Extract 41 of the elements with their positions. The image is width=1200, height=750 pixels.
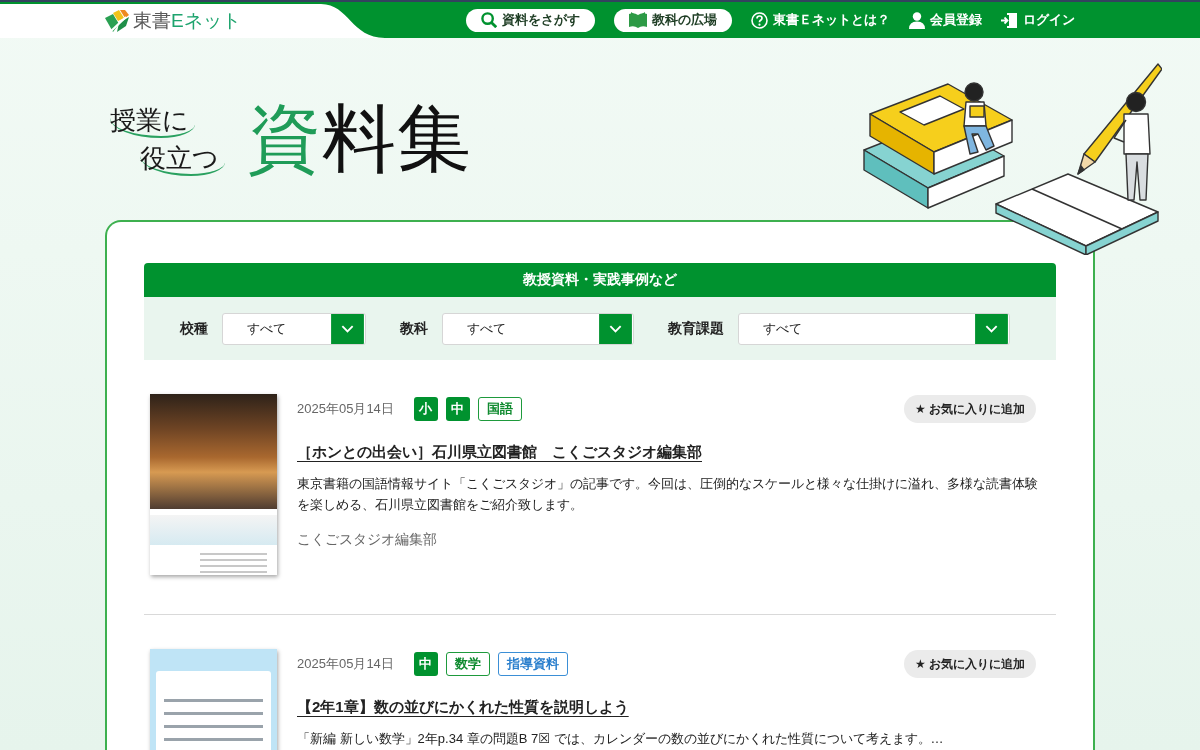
subject-tag: 国語: [477, 397, 522, 421]
page-title: 資料集: [247, 96, 472, 182]
filter-label: 教科: [400, 319, 428, 338]
about-link[interactable]: 東書Ｅネットとは？: [751, 11, 890, 29]
person-icon: [909, 11, 925, 29]
article-title-link[interactable]: ［ホンとの出会い］石川県立図書館 こくごスタジオ編集部: [297, 443, 702, 460]
add-favorite-button[interactable]: ★ お気に入りに追加: [903, 395, 1036, 423]
register-link[interactable]: 会員登録: [909, 11, 982, 29]
filter-label: 校種: [180, 319, 208, 338]
subject-tag: 数学: [445, 652, 490, 676]
article-description: 東京書籍の国語情報サイト「こくごスタジオ」の記事です。今回は、圧倒的なスケールと様々な仕掛けに溢れ、多様な読書体験を楽しめる、石川県立図書館をご紹介致します。: [297, 475, 1039, 514]
logo-icon: [105, 10, 129, 32]
filter-label: 教育課題: [668, 319, 724, 338]
chevron-down-icon[interactable]: [330, 313, 365, 344]
open-book-icon: [629, 12, 647, 28]
logo-text[interactable]: 東書Eネット: [133, 9, 241, 33]
login-door-icon: [1001, 11, 1018, 29]
title-tagline: 役立つ: [140, 142, 225, 176]
grade-tag: 中: [445, 397, 470, 421]
grade-tag: 中: [413, 652, 438, 676]
add-favorite-button[interactable]: ★ お気に入りに追加: [903, 650, 1036, 678]
filter-panel-heading: 教授資料・実践事例など: [144, 263, 1056, 297]
chevron-down-icon[interactable]: [598, 313, 633, 344]
filter-select[interactable]: すべて: [442, 312, 634, 345]
filter-select[interactable]: すべて: [222, 312, 366, 345]
search-icon: [481, 12, 497, 28]
grade-tag: 小: [413, 397, 438, 421]
article-description: 「新編 新しい数学」2年p.34 章の問題B 7☒ では、カレンダーの数の並びにかくれた性質について考えます。…: [297, 730, 945, 748]
post-date: 2025年05月14日: [297, 400, 394, 418]
material-type-tag: 指導資料: [497, 652, 568, 676]
article-author: こくごスタジオ編集部: [297, 531, 438, 549]
subject-plaza-button[interactable]: 教科の広場: [614, 8, 732, 32]
login-link[interactable]: ログイン: [1001, 11, 1075, 29]
search-materials-button[interactable]: 資料をさがす: [466, 8, 595, 32]
document-cover-drawing[interactable]: [150, 394, 277, 575]
help-icon: [751, 11, 768, 29]
filter-select[interactable]: すべて: [738, 312, 1010, 345]
title-tagline: 授業に: [110, 104, 195, 138]
post-date: 2025年05月14日: [297, 655, 394, 673]
chevron-down-icon[interactable]: [974, 313, 1009, 344]
article-title-link[interactable]: 【2年1章】数の並びにかくれた性質を説明しよう: [297, 698, 629, 715]
